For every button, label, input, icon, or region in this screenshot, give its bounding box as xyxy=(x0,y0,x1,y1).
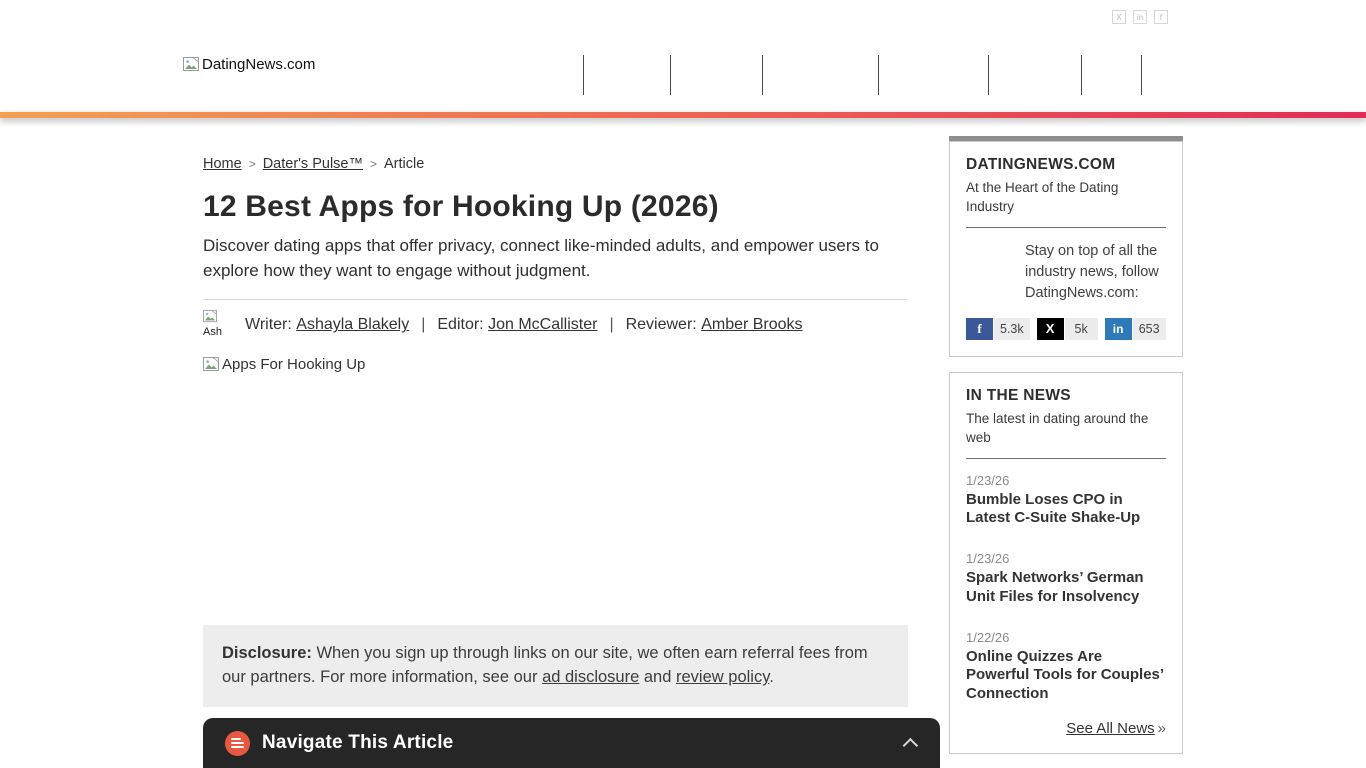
article-deck: Discover dating apps that offer privacy,… xyxy=(203,236,879,280)
news-item-date: 1/22/26 xyxy=(966,629,1010,645)
facebook-icon[interactable]: f xyxy=(1154,10,1168,24)
news-item-date: 1/23/26 xyxy=(966,551,1010,567)
reviewer-link[interactable]: Amber Brooks xyxy=(701,316,802,334)
about-widget-subheading: At the Heart of the Dating Industry xyxy=(966,180,1119,214)
facebook-icon: f xyxy=(966,317,993,340)
nav-separator xyxy=(1141,55,1142,95)
hero-alt-text: Apps For Hooking Up xyxy=(222,356,366,374)
linkedin-share-count: 653 xyxy=(1132,317,1166,340)
nav-separator xyxy=(1081,55,1082,95)
nav-separator xyxy=(762,55,763,95)
nav-separator xyxy=(988,55,989,95)
news-item-title[interactable]: Spark Networks’ German Unit Files for In… xyxy=(966,569,1166,607)
broken-image-icon xyxy=(203,310,217,323)
breadcrumb-daters-pulse[interactable]: Dater's Pulse™ xyxy=(263,156,363,172)
breadcrumb: Home > Dater's Pulse™ > Article xyxy=(203,156,908,172)
breadcrumb-current: Article xyxy=(384,156,425,172)
about-widget-text: Stay on top of all the industry news, fo… xyxy=(1025,242,1159,301)
divider xyxy=(203,299,908,301)
hero-image-broken: Apps For Hooking Up xyxy=(203,356,908,373)
see-all-news-arrow: » xyxy=(1157,719,1166,737)
x-share-button[interactable]: X 5k xyxy=(1036,317,1098,340)
news-widget-subheading: The latest in dating around the web xyxy=(966,410,1149,445)
disclosure-text: and xyxy=(639,668,676,687)
ad-disclosure-link[interactable]: ad disclosure xyxy=(542,668,639,686)
sidebar: DATINGNEWS.COM At the Heart of the Datin… xyxy=(949,136,1183,768)
linkedin-icon[interactable]: in xyxy=(1133,10,1147,24)
editor-label: Editor: xyxy=(437,316,484,334)
see-all-news-link[interactable]: See All News xyxy=(1066,720,1154,737)
twitter-icon[interactable]: X xyxy=(1112,10,1126,24)
see-all-news: See All News» xyxy=(966,720,1166,737)
nav-separator xyxy=(878,55,879,95)
facebook-share-count: 5.3k xyxy=(994,317,1030,340)
divider xyxy=(966,457,1166,459)
news-item-date: 1/23/26 xyxy=(966,472,1010,488)
in-the-news-widget: IN THE NEWS The latest in dating around … xyxy=(949,371,1183,754)
disclosure-text: . xyxy=(769,668,774,687)
about-share-row: f 5.3k X 5k in 653 xyxy=(966,317,1166,340)
news-item: 1/22/26 Online Quizzes Are Powerful Tool… xyxy=(966,630,1166,704)
byline-separator: | xyxy=(421,316,426,334)
reviewer-label: Reviewer: xyxy=(625,316,697,334)
page: X in f DatingNews.com Home > Dater's Pul… xyxy=(0,0,1366,768)
article-title: 12 Best Apps for Hooking Up (2026) xyxy=(203,190,719,223)
main-nav xyxy=(0,55,1366,95)
writer-avatar-broken: Ash xyxy=(203,310,235,340)
header-accent-bar xyxy=(0,112,1366,118)
facebook-share-button[interactable]: f 5.3k xyxy=(966,317,1030,340)
breadcrumb-separator: > xyxy=(248,157,256,171)
news-item: 1/23/26 Spark Networks’ German Unit File… xyxy=(966,551,1166,607)
article-list-icon xyxy=(225,730,250,756)
article-main: Home > Dater's Pulse™ > Article 12 Best Apps… xyxy=(203,150,908,750)
editor-link[interactable]: Jon McCallister xyxy=(488,316,597,334)
news-item-title[interactable]: Bumble Loses CPO in Latest C-Suite Shake… xyxy=(966,491,1166,529)
writer-label: Writer: xyxy=(245,316,292,334)
news-item-title[interactable]: Online Quizzes Are Powerful Tools for Co… xyxy=(966,648,1166,704)
about-widget: DATINGNEWS.COM At the Heart of the Datin… xyxy=(949,141,1183,357)
x-icon: X xyxy=(1036,317,1064,340)
disclosure-box: Disclosure: When you sign up through lin… xyxy=(203,625,908,708)
linkedin-share-button[interactable]: in 653 xyxy=(1104,317,1166,340)
navigate-article-bar[interactable]: Navigate This Article xyxy=(203,718,940,768)
disclosure-label: Disclosure: xyxy=(222,644,312,663)
chevron-up-icon[interactable] xyxy=(902,737,919,753)
writer-link[interactable]: Ashayla Blakely xyxy=(296,316,409,334)
broken-image-icon xyxy=(203,357,219,372)
x-share-count: 5k xyxy=(1064,317,1098,340)
site-header: X in f DatingNews.com xyxy=(0,0,1366,112)
news-item: 1/23/26 Bumble Loses CPO in Latest C-Sui… xyxy=(966,473,1166,529)
avatar-alt-text: Ash xyxy=(203,326,222,339)
news-widget-heading: IN THE NEWS xyxy=(966,386,1071,404)
hero-image-space xyxy=(203,373,908,625)
about-widget-heading: DATINGNEWS.COM xyxy=(966,156,1116,173)
divider xyxy=(966,226,1166,228)
header-social-links: X in f xyxy=(1112,10,1168,24)
byline: Ash Writer: Ashayla Blakely | Editor: Jo… xyxy=(203,310,908,340)
linkedin-icon: in xyxy=(1104,317,1132,340)
byline-separator: | xyxy=(609,316,614,334)
navigate-article-title: Navigate This Article xyxy=(262,732,454,753)
review-policy-link[interactable]: review policy xyxy=(676,668,769,686)
nav-separator xyxy=(670,55,671,95)
nav-separator xyxy=(583,55,584,95)
breadcrumb-home[interactable]: Home xyxy=(203,156,242,172)
breadcrumb-separator: > xyxy=(369,157,377,171)
